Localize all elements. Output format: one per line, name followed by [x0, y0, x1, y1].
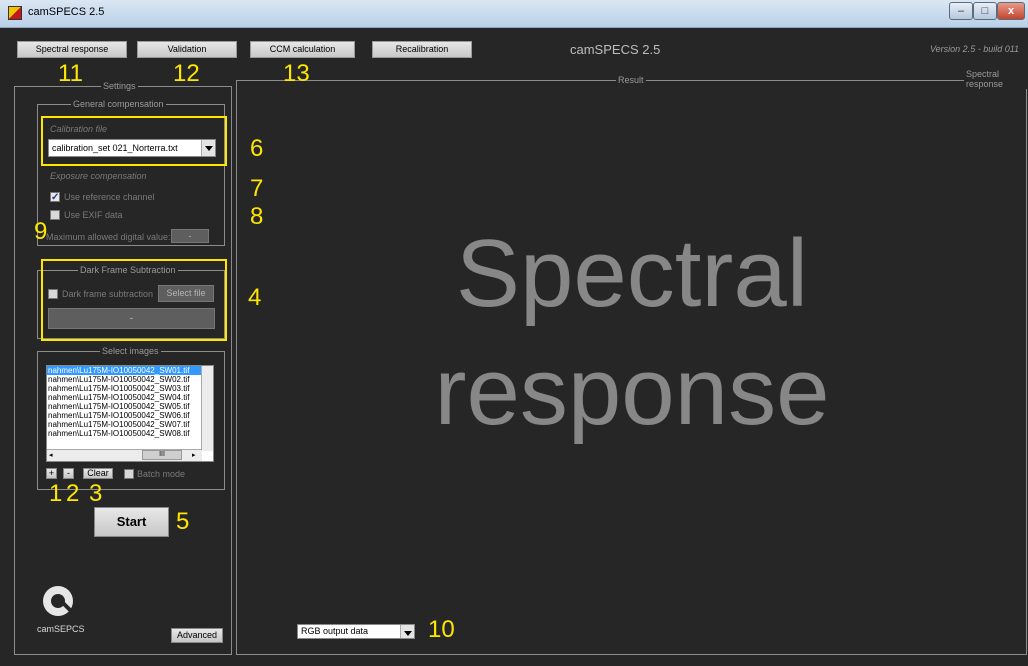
minimize-button[interactable]: – [949, 2, 973, 20]
horizontal-scrollbar[interactable]: ◂ III ▸ [47, 449, 202, 461]
app-name: camSPECS 2.5 [570, 42, 661, 57]
tab-spectral-response[interactable]: Spectral response [17, 41, 127, 58]
tab-ccm-calculation[interactable]: CCM calculation [250, 41, 355, 58]
annotation-2: 2 [66, 480, 80, 507]
batch-mode-checkbox[interactable] [124, 469, 134, 479]
list-item[interactable]: nahmen\Lu175M-IO10050042_SW02.tif [47, 375, 202, 384]
exposure-compensation-label: Exposure compensation [50, 171, 147, 181]
tab-validation[interactable]: Validation [137, 41, 237, 58]
placeholder-line-1: Spectral [455, 220, 809, 327]
advanced-button[interactable]: Advanced [171, 628, 223, 643]
list-item[interactable]: nahmen\Lu175M-IO10050042_SW06.tif [47, 411, 202, 420]
camspecs-logo-icon [43, 586, 73, 616]
scroll-right-icon[interactable]: ▸ [192, 451, 196, 459]
add-image-button[interactable]: + [46, 468, 57, 479]
annotation-7: 7 [250, 175, 264, 202]
close-button[interactable]: x [997, 2, 1025, 20]
list-item[interactable]: nahmen\Lu175M-IO10050042_SW05.tif [47, 402, 202, 411]
output-data-value: RGB output data [301, 626, 369, 636]
placeholder-line-2: response [434, 338, 830, 445]
vertical-scrollbar[interactable] [201, 366, 213, 451]
annotation-4: 4 [248, 284, 262, 311]
annotation-8: 8 [250, 203, 264, 230]
version-label: Version 2.5 - build 011 [930, 44, 1020, 54]
annotation-1: 1 [49, 480, 63, 507]
list-item[interactable]: nahmen\Lu175M-IO10050042_SW03.tif [47, 384, 202, 393]
use-exif-label: Use EXIF data [64, 210, 123, 220]
image-file-list[interactable]: nahmen\Lu175M-IO10050042_SW01.tif nahmen… [46, 365, 214, 462]
remove-image-button[interactable]: - [63, 468, 74, 479]
window-title: camSPECS 2.5 [28, 6, 105, 18]
scroll-thumb[interactable]: III [142, 450, 182, 460]
tab-recalibration[interactable]: Recalibration [372, 41, 472, 58]
list-item[interactable]: nahmen\Lu175M-IO10050042_SW07.tif [47, 420, 202, 429]
maximize-button[interactable]: □ [973, 2, 997, 20]
spectral-response-placeholder: Spectral response [237, 226, 1027, 440]
annotation-box-dark-frame [41, 259, 227, 341]
annotation-9: 9 [34, 218, 48, 245]
list-item[interactable]: nahmen\Lu175M-IO10050042_SW04.tif [47, 393, 202, 402]
annotation-10: 10 [428, 616, 455, 643]
batch-mode-label: Batch mode [137, 469, 186, 479]
logo-text: camSEPCS [37, 624, 85, 634]
annotation-13: 13 [283, 60, 310, 87]
annotation-11: 11 [58, 60, 83, 87]
use-reference-label: Use reference channel [64, 192, 155, 202]
mode-legend: Spectral response [964, 69, 1028, 89]
output-data-dropdown[interactable]: RGB output data [297, 624, 415, 639]
settings-legend: Settings [101, 81, 138, 91]
annotation-box-calibration [41, 116, 227, 166]
general-compensation-legend: General compensation [71, 99, 166, 109]
result-legend: Result [616, 75, 646, 85]
scroll-left-icon[interactable]: ◂ [49, 451, 53, 459]
chevron-down-icon [400, 625, 414, 638]
select-images-legend: Select images [100, 346, 161, 356]
list-item[interactable]: nahmen\Lu175M-IO10050042_SW01.tif [47, 366, 202, 375]
max-digital-value-field[interactable]: - [171, 229, 209, 243]
list-item[interactable]: nahmen\Lu175M-IO10050042_SW08.tif [47, 429, 202, 438]
app-icon [8, 6, 22, 20]
window-titlebar [0, 0, 1028, 28]
max-digital-value-label: Maximum allowed digital value: [46, 232, 171, 242]
annotation-12: 12 [173, 60, 200, 87]
use-exif-checkbox[interactable] [50, 210, 60, 220]
clear-button[interactable]: Clear [83, 468, 113, 479]
annotation-3: 3 [89, 480, 103, 507]
annotation-5: 5 [176, 508, 190, 535]
annotation-6: 6 [250, 135, 264, 162]
use-reference-checkbox[interactable] [50, 192, 60, 202]
start-button[interactable]: Start [94, 507, 169, 537]
